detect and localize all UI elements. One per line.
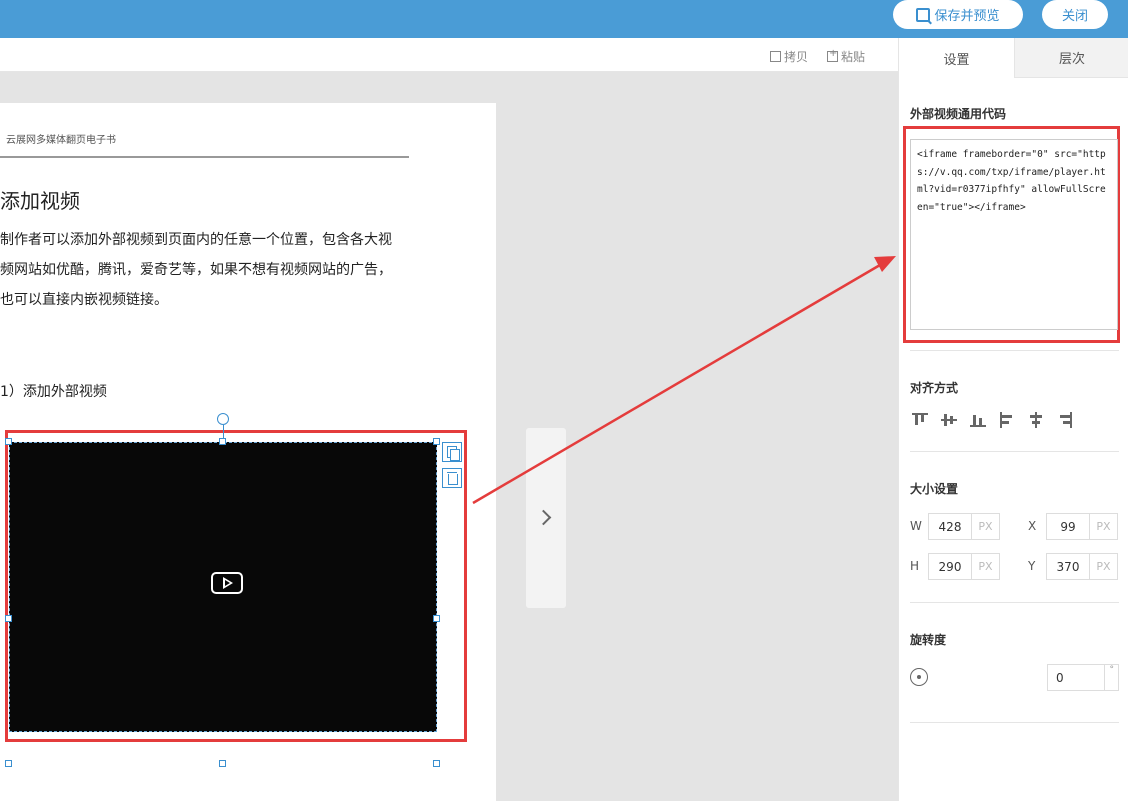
resize-handle-se[interactable] [433, 760, 440, 767]
resize-handle-s[interactable] [219, 760, 226, 767]
paste-button[interactable]: 粘贴 [827, 48, 865, 65]
canvas-area: 云展网多媒体翻页电子书 添加视频 制作者可以添加外部视频到页面内的任意一个位置，… [0, 72, 898, 801]
copy-button[interactable]: 拷贝 [770, 48, 808, 65]
size-label: 大小设置 [910, 482, 959, 496]
page-title: 添加视频 [0, 189, 80, 213]
top-bar: 保存并预览 关闭 [0, 0, 1128, 38]
height-field[interactable]: 290 PX [928, 553, 1000, 580]
resize-handle-nw[interactable] [5, 438, 12, 445]
rotation-value: 0 [1056, 670, 1064, 685]
panel-tabs: 设置 层次 [899, 38, 1128, 78]
divider [910, 451, 1119, 452]
height-label: H [910, 559, 920, 573]
play-icon[interactable] [211, 572, 243, 594]
close-button[interactable]: 关闭 [1042, 0, 1108, 29]
video-code-label: 外部视频通用代码 [910, 107, 1007, 121]
video-code-textarea[interactable]: <iframe frameborder="0" src="https://v.q… [910, 139, 1118, 330]
resize-handle-ne[interactable] [433, 438, 440, 445]
width-field[interactable]: 428 PX [928, 513, 1000, 540]
close-label: 关闭 [1061, 9, 1088, 24]
height-value: 290 [938, 559, 962, 574]
align-hcenter-icon[interactable] [1028, 412, 1044, 428]
page-header-rule [0, 156, 409, 158]
align-label: 对齐方式 [910, 381, 959, 395]
width-value: 428 [938, 519, 962, 534]
align-vcenter-icon[interactable] [941, 412, 957, 428]
divider [910, 350, 1119, 351]
x-label: X [1028, 519, 1037, 533]
page-paragraph: 制作者可以添加外部视频到页面内的任意一个位置，包含各大视 频网站如优酷，腾讯，爱… [0, 225, 420, 315]
x-field[interactable]: 99 PX [1046, 513, 1118, 540]
paragraph-line: 也可以直接内嵌视频链接。 [0, 292, 168, 308]
resize-handle-w[interactable] [5, 615, 12, 622]
align-bottom-icon[interactable] [970, 412, 986, 428]
paste-label: 粘贴 [841, 50, 866, 64]
x-value: 99 [1060, 519, 1076, 534]
tab-layers[interactable]: 层次 [1014, 38, 1128, 78]
duplicate-element-icon[interactable] [442, 442, 462, 462]
resize-handle-sw[interactable] [5, 760, 12, 767]
rotation-label: 旋转度 [910, 633, 947, 647]
width-label: W [910, 519, 922, 533]
height-unit: PX [971, 554, 999, 579]
y-field[interactable]: 370 PX [1046, 553, 1118, 580]
paste-icon [827, 48, 838, 62]
edit-toolbar: 拷贝 粘贴 [0, 38, 898, 72]
page-subheading: 1）添加外部视频 [0, 384, 107, 400]
delete-element-icon[interactable] [442, 468, 462, 488]
rotation-unit: ° [1104, 665, 1118, 690]
y-unit: PX [1089, 554, 1117, 579]
paragraph-line: 频网站如优酷，腾讯，爱奇艺等，如果不想有视频网站的广告， [0, 262, 392, 278]
x-unit: PX [1089, 514, 1117, 539]
divider [910, 602, 1119, 603]
copy-icon [770, 51, 781, 62]
resize-handle-e[interactable] [433, 615, 440, 622]
align-buttons [912, 412, 1086, 428]
divider [910, 722, 1119, 723]
copy-label: 拷贝 [784, 50, 809, 64]
video-element[interactable] [9, 442, 437, 732]
rotate-handle[interactable] [217, 413, 229, 425]
page-header-text: 云展网多媒体翻页电子书 [6, 135, 116, 146]
y-value: 370 [1056, 559, 1080, 574]
save-preview-label: 保存并预览 [934, 9, 1000, 24]
resize-handle-n[interactable] [219, 438, 226, 445]
y-label: Y [1028, 559, 1036, 573]
align-top-icon[interactable] [912, 412, 928, 428]
align-left-icon[interactable] [999, 412, 1015, 428]
settings-panel: 设置 层次 外部视频通用代码 <iframe frameborder="0" s… [898, 38, 1128, 801]
preview-icon [916, 7, 931, 22]
tab-settings[interactable]: 设置 [899, 38, 1014, 78]
rotation-field[interactable]: 0 ° [1047, 664, 1119, 691]
next-page-button[interactable] [526, 428, 566, 608]
paragraph-line: 制作者可以添加外部视频到页面内的任意一个位置，包含各大视 [0, 232, 392, 248]
rotate-icon [910, 668, 928, 686]
align-right-icon[interactable] [1057, 412, 1073, 428]
save-preview-button[interactable]: 保存并预览 [893, 0, 1023, 29]
width-unit: PX [971, 514, 999, 539]
